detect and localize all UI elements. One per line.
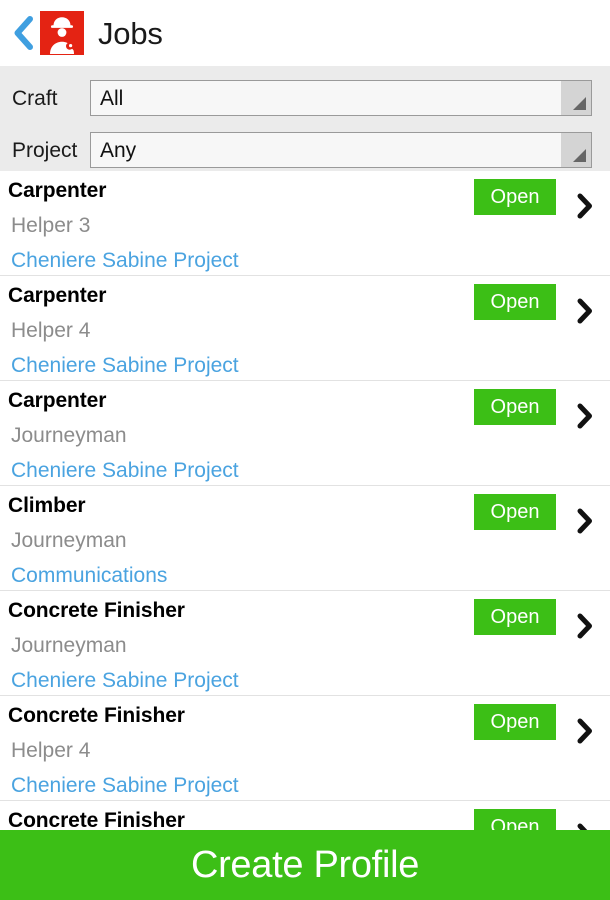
spinner-triangle-icon (561, 81, 591, 115)
job-project-link[interactable]: Cheniere Sabine Project (11, 250, 239, 271)
job-project-link[interactable]: Cheniere Sabine Project (11, 355, 239, 376)
status-badge: Open (474, 179, 556, 215)
table-row[interactable]: Climber Journeyman Communications Open (0, 486, 610, 591)
job-level: Helper 4 (11, 319, 91, 342)
jobs-screen: Jobs Craft All Project Any Carpenter Help… (0, 0, 610, 900)
project-dropdown-value: Any (100, 138, 137, 162)
job-level: Helper 3 (11, 214, 91, 237)
project-dropdown[interactable]: Any (90, 132, 592, 168)
back-button[interactable] (6, 8, 40, 58)
status-badge: Open (474, 494, 556, 530)
chevron-right-icon[interactable] (574, 403, 596, 429)
job-list[interactable]: Carpenter Helper 3 Cheniere Sabine Project… (0, 171, 610, 830)
spinner-triangle-icon (561, 133, 591, 167)
job-title: Carpenter (8, 284, 107, 307)
chevron-right-icon[interactable] (574, 298, 596, 324)
chevron-right-icon[interactable] (574, 508, 596, 534)
craft-dropdown-value: All (100, 86, 124, 110)
job-title: Concrete Finisher (8, 599, 185, 622)
job-title: Concrete Finisher (8, 704, 185, 727)
job-level: Journeyman (11, 634, 127, 657)
job-title: Carpenter (8, 179, 107, 202)
create-profile-button[interactable]: Create Profile (0, 830, 610, 900)
table-row[interactable]: Concrete Finisher Journeyman Cheniere Sabi… (0, 591, 610, 696)
project-filter-row: Project Any (12, 128, 592, 172)
table-row[interactable]: Concrete Finisher Helper 4 Cheniere Sabine… (0, 696, 610, 801)
worker-hardhat-wrench-icon (40, 11, 84, 55)
chevron-right-icon[interactable] (574, 718, 596, 744)
chevron-right-icon[interactable] (574, 823, 596, 830)
chevron-right-icon[interactable] (574, 613, 596, 639)
status-badge: Open (474, 809, 556, 830)
job-project-link[interactable]: Cheniere Sabine Project (11, 775, 239, 796)
craft-filter-row: Craft All (12, 76, 592, 120)
craft-filter-label: Craft (12, 86, 58, 110)
table-row[interactable]: Carpenter Journeyman Cheniere Sabine Proje… (0, 381, 610, 486)
chevron-left-icon (12, 16, 34, 50)
status-badge: Open (474, 389, 556, 425)
job-level: Journeyman (11, 424, 127, 447)
job-title: Concrete Finisher (8, 809, 185, 830)
job-project-link[interactable]: Cheniere Sabine Project (11, 460, 239, 481)
filter-panel: Craft All Project Any (0, 66, 610, 171)
job-level: Helper 4 (11, 739, 91, 762)
job-project-link[interactable]: Communications (11, 565, 167, 586)
status-badge: Open (474, 284, 556, 320)
job-project-link[interactable]: Cheniere Sabine Project (11, 670, 239, 691)
craft-dropdown[interactable]: All (90, 80, 592, 116)
page-title: Jobs (98, 15, 163, 51)
table-row[interactable]: Carpenter Helper 4 Cheniere Sabine Project… (0, 276, 610, 381)
chevron-right-icon[interactable] (574, 193, 596, 219)
table-row[interactable]: Concrete Finisher Open (0, 801, 610, 830)
status-badge: Open (474, 599, 556, 635)
job-title: Climber (8, 494, 86, 517)
job-level: Journeyman (11, 529, 127, 552)
table-row[interactable]: Carpenter Helper 3 Cheniere Sabine Project… (0, 171, 610, 276)
status-badge: Open (474, 704, 556, 740)
project-filter-label: Project (12, 138, 78, 162)
create-profile-label: Create Profile (190, 844, 420, 886)
app-header: Jobs (0, 0, 610, 66)
job-title: Carpenter (8, 389, 107, 412)
